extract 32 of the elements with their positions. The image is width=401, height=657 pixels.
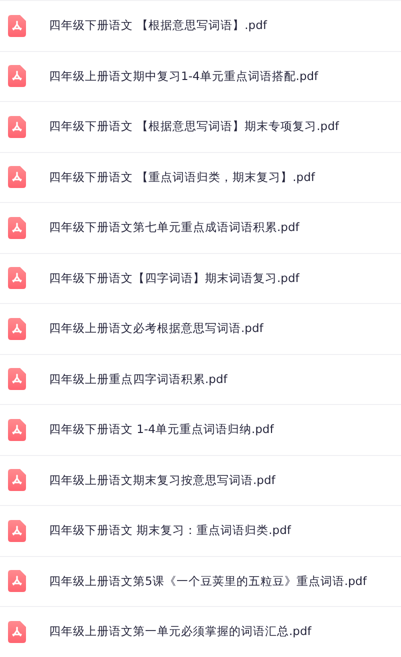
file-name: 四年级下册语文【四字词语】期末词语复习.pdf	[49, 270, 300, 286]
file-name: 四年级上册语文第一单元必须掌握的词语汇总.pdf	[49, 624, 312, 640]
file-name: 四年级下册语文 【根据意思写词语】期末专项复习.pdf	[49, 119, 339, 134]
pdf-file-icon	[8, 620, 26, 643]
file-name: 四年级上册语文必考根据意思写词语.pdf	[49, 321, 264, 336]
file-name: 四年级上册语文第5课《一个豆荚里的五粒豆》重点词语.pdf	[49, 574, 367, 589]
file-name: 四年级下册语文 1-4单元重点词语归纳.pdf	[49, 422, 274, 438]
pdf-file-icon	[8, 570, 26, 592]
file-name: 四年级下册语文 【重点词语归类，期末复习】.pdf	[49, 170, 315, 185]
pdf-file-icon	[8, 216, 26, 239]
file-item[interactable]: 四年级上册语文期中复习1-4单元重点词语搭配.pdf	[0, 52, 401, 102]
file-name: 四年级下册语文 期末复习：重点词语归类.pdf	[49, 523, 291, 538]
file-item[interactable]: 四年级下册语文【四字词语】期末词语复习.pdf	[0, 254, 401, 304]
file-name: 四年级下册语文第七单元重点成语词语积累.pdf	[49, 220, 300, 236]
file-name: 四年级上册语文期末复习按意思写词语.pdf	[49, 472, 276, 488]
file-name: 四年级上册重点四字词语积累.pdf	[49, 372, 228, 387]
file-item[interactable]: 四年级上册语文期末复习按意思写词语.pdf	[0, 456, 401, 506]
pdf-file-icon	[8, 14, 26, 37]
pdf-file-icon	[8, 166, 26, 188]
pdf-file-icon	[8, 65, 26, 88]
pdf-file-icon	[8, 318, 26, 340]
pdf-file-icon	[8, 418, 26, 441]
pdf-file-icon	[8, 368, 26, 390]
pdf-file-icon	[8, 267, 26, 290]
file-name: 四年级上册语文期中复习1-4单元重点词语搭配.pdf	[49, 68, 318, 84]
pdf-file-icon	[8, 520, 26, 542]
file-item[interactable]: 四年级上册语文第5课《一个豆荚里的五粒豆》重点词语.pdf	[0, 556, 401, 607]
pdf-file-icon	[8, 469, 26, 492]
file-item[interactable]: 四年级下册语文 【重点词语归类，期末复习】.pdf	[0, 152, 401, 203]
file-item[interactable]: 四年级上册重点四字词语积累.pdf	[0, 354, 401, 405]
file-name: 四年级下册语文 【根据意思写词语】.pdf	[49, 18, 267, 34]
pdf-file-icon	[8, 116, 26, 138]
